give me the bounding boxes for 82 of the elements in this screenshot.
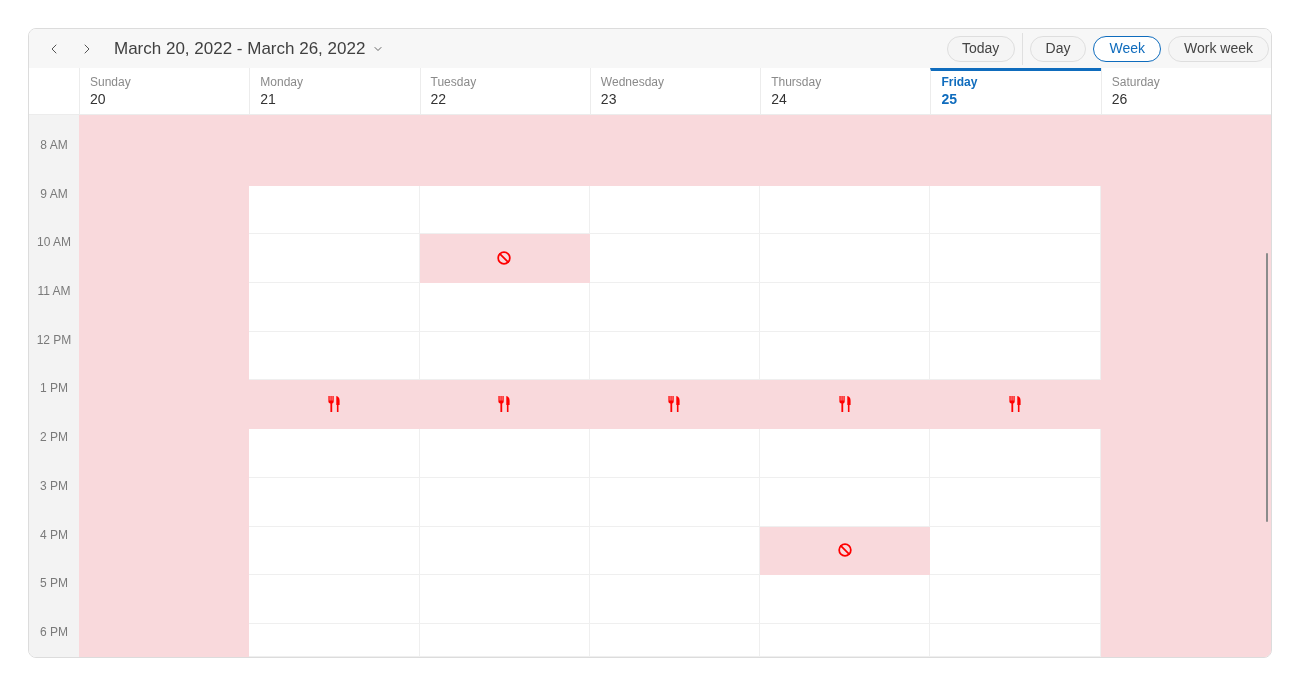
weekday-label: Tuesday [430, 74, 478, 90]
view-tab[interactable]: Day [1029, 35, 1087, 62]
fork-and-knife-icon [1009, 396, 1022, 413]
time-label: 1 PM [40, 380, 68, 398]
weekday-label: Friday [941, 74, 979, 90]
time-label: 6 PM [40, 623, 68, 641]
time-slot-cell[interactable] [930, 283, 1101, 332]
no-entry-icon [837, 543, 852, 558]
date-label: 22 [430, 90, 448, 108]
weekday-label: Saturday [1111, 74, 1161, 90]
time-label: 10 AM [37, 234, 71, 252]
time-slot-cell[interactable] [249, 575, 420, 624]
date-label: 25 [941, 90, 958, 108]
fork-and-knife-icon [327, 396, 340, 413]
time-label: 8 AM [40, 137, 68, 154]
time-slot-cell[interactable] [249, 234, 420, 284]
date-label: 21 [260, 90, 277, 108]
time-slot-cell[interactable] [760, 185, 931, 235]
no-entry-icon [497, 251, 512, 266]
time-label: 2 PM [40, 429, 68, 447]
time-slot-cell[interactable] [249, 283, 420, 332]
time-slot-cell[interactable] [249, 331, 420, 381]
time-slot-cell[interactable] [419, 331, 590, 381]
time-slot-cell[interactable] [419, 185, 590, 235]
time-slot-cell[interactable] [930, 185, 1101, 235]
scrollbar-thumb[interactable] [1266, 253, 1268, 522]
time-slot-cell[interactable] [589, 575, 761, 624]
time-slot-cell[interactable] [249, 185, 420, 235]
time-slot-cell[interactable] [760, 429, 931, 478]
weekday-label: Sunday [90, 74, 132, 90]
time-label: 5 PM [40, 575, 68, 593]
time-slot-cell[interactable] [589, 477, 761, 527]
view-tab[interactable]: Week [1093, 35, 1161, 62]
time-label: 11 AM [37, 283, 71, 301]
date-label: 24 [771, 90, 788, 108]
time-slot-cell[interactable] [760, 477, 931, 527]
date-label: 20 [90, 90, 107, 108]
time-slot-cell[interactable] [249, 526, 420, 576]
date-range-picker[interactable]: March 20, 2022 - March 26, 2022 [114, 33, 385, 64]
weekday-label: Monday [260, 74, 304, 90]
time-slot-cell[interactable] [930, 575, 1101, 624]
today-button[interactable]: Today [946, 35, 1015, 62]
time-slot-cell[interactable] [930, 623, 1101, 657]
date-label: 23 [600, 90, 618, 108]
time-slot-cell[interactable] [419, 623, 590, 657]
time-slot-cell[interactable] [589, 429, 761, 478]
fork-and-knife-icon [838, 396, 851, 413]
time-slot-cell[interactable] [930, 331, 1101, 381]
time-slot-cell[interactable] [930, 234, 1101, 284]
view-tab[interactable]: Work week [1168, 35, 1269, 62]
time-slot-cell[interactable] [589, 623, 761, 657]
day-header[interactable]: Sunday 20 [79, 68, 250, 114]
time-slot-cell[interactable] [760, 331, 931, 381]
date-label: 26 [1111, 90, 1129, 108]
time-slot-cell[interactable] [930, 526, 1101, 576]
time-slot-cell[interactable] [760, 575, 931, 624]
day-header[interactable]: Wednesday 23 [589, 68, 761, 114]
fork-and-knife-icon [668, 396, 681, 413]
time-label: 3 PM [40, 477, 68, 495]
time-slot-cell[interactable] [589, 185, 761, 235]
day-header[interactable]: Saturday 26 [1100, 68, 1271, 114]
day-header[interactable]: Tuesday 22 [419, 68, 590, 114]
time-label: 9 AM [40, 185, 68, 203]
fork-and-knife-icon [498, 396, 511, 413]
time-slot-cell[interactable] [760, 623, 931, 657]
day-header[interactable]: Monday 21 [249, 68, 420, 114]
time-slot-cell[interactable] [589, 283, 761, 332]
time-slot-cell[interactable] [249, 623, 420, 657]
day-header[interactable]: Thursday 24 [760, 68, 931, 114]
weekday-label: Wednesday [600, 74, 665, 90]
time-slot-cell[interactable] [249, 477, 420, 527]
time-slot-cell[interactable] [930, 477, 1101, 527]
time-label: 12 PM [36, 331, 72, 349]
time-slot-cell[interactable] [589, 526, 761, 576]
time-slot-cell[interactable] [589, 234, 761, 284]
time-slot-cell[interactable] [589, 331, 761, 381]
time-slot-cell[interactable] [419, 283, 590, 332]
time-slot-cell[interactable] [419, 429, 590, 478]
time-slot-cell[interactable] [930, 429, 1101, 478]
time-slot-cell[interactable] [249, 429, 420, 478]
weekday-label: Thursday [771, 74, 823, 90]
time-label: 4 PM [40, 526, 68, 544]
